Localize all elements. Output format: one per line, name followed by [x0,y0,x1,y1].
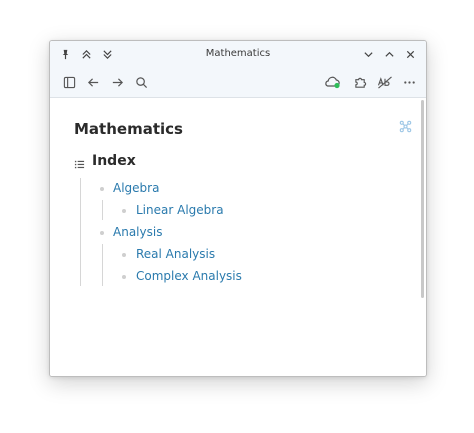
note-title[interactable]: Mathematics [74,120,183,138]
link-complex-analysis[interactable]: Complex Analysis [136,269,242,283]
spellcheck-off-icon[interactable] [375,72,395,92]
arrow-right-icon[interactable] [107,72,127,92]
list-bullet [122,275,126,279]
list-bullet [100,231,104,235]
link-linear-algebra[interactable]: Linear Algebra [136,203,224,217]
more-icon[interactable] [399,72,419,92]
list-icon [74,155,86,169]
list-bullet [122,209,126,213]
double-chevron-up-icon[interactable] [77,45,95,63]
heading-text: Index [92,153,136,169]
title-bar[interactable]: Mathematics [50,41,426,67]
sidebar-toggle-icon[interactable] [59,72,79,92]
link-real-analysis[interactable]: Real Analysis [136,247,215,261]
index-heading[interactable]: Index [74,153,136,169]
toolbar [50,67,426,98]
puzzle-icon[interactable] [350,72,370,92]
scrollbar[interactable] [421,100,424,298]
link-analysis[interactable]: Analysis [113,225,162,239]
minimize-button[interactable] [359,45,377,63]
cloud-sync-icon[interactable] [322,72,342,92]
search-icon[interactable] [131,72,151,92]
arrow-left-icon[interactable] [83,72,103,92]
link-algebra[interactable]: Algebra [113,181,159,195]
note-content[interactable]: Mathematics Index Algebra Linear Algebra… [50,98,426,376]
close-button[interactable] [401,45,419,63]
graph-icon[interactable] [399,118,413,133]
indent-guide [80,178,81,286]
double-chevron-down-icon[interactable] [98,45,116,63]
indent-guide [102,200,103,220]
indent-guide [102,244,103,286]
app-window: Mathematics Mathematics Index Algebra Li… [49,40,427,377]
maximize-button[interactable] [380,45,398,63]
list-bullet [100,187,104,191]
list-bullet [122,253,126,257]
pin-icon[interactable] [56,45,74,63]
